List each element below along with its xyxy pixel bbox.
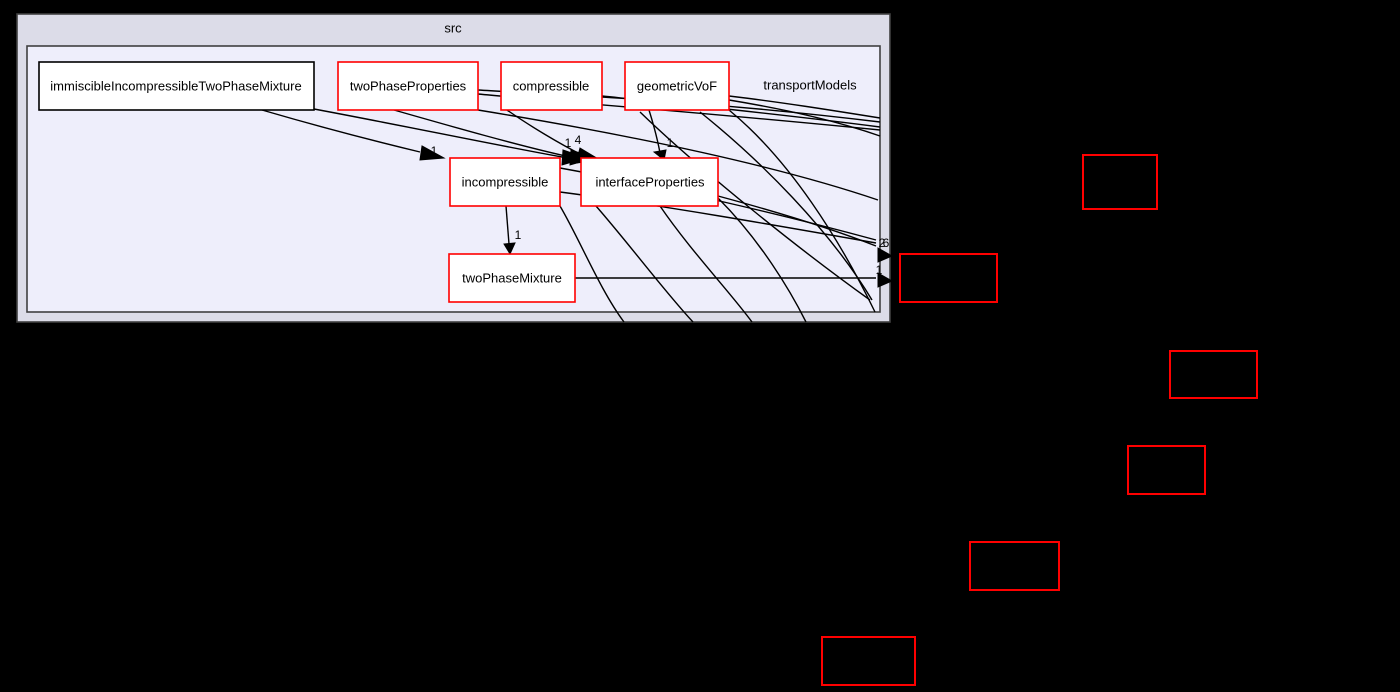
- cluster-transportmodels-label: transportModels: [763, 77, 857, 92]
- node-twophasemixture[interactable]: twoPhaseMixture: [448, 253, 576, 303]
- node-label-geometricvof: geometricVoF: [637, 78, 717, 93]
- node-interfaceproperties[interactable]: interfaceProperties: [580, 157, 719, 207]
- ghost-node-1[interactable]: [1082, 154, 1158, 210]
- edge-label-cluster-out-c: 1: [876, 263, 883, 277]
- edge-label-twophaseprops-to-interface: 1: [565, 136, 572, 150]
- edge-label-imm-to-incompressible: 1: [431, 144, 438, 158]
- node-immiscibleincompressibletwophasemixture[interactable]: immiscibleIncompressibleTwoPhaseMixture: [38, 61, 315, 111]
- node-label-immiscible: immiscibleIncompressibleTwoPhaseMixture: [50, 78, 301, 93]
- dependency-graph-canvas: src transportModels 1 1 4 1 1 2 6 1 immi…: [0, 0, 1400, 692]
- node-label-twophasemixture: twoPhaseMixture: [462, 270, 562, 285]
- ghost-node-6[interactable]: [821, 636, 916, 686]
- ghost-node-4[interactable]: [1127, 445, 1206, 495]
- ghost-node-2[interactable]: [899, 253, 998, 303]
- edge-label-incompressible-to-twophasemixture: 1: [515, 228, 522, 242]
- cluster-src-label: src: [444, 20, 462, 35]
- node-compressible[interactable]: compressible: [500, 61, 603, 111]
- ghost-node-3[interactable]: [1169, 350, 1258, 399]
- node-twophaseproperties[interactable]: twoPhaseProperties: [337, 61, 479, 111]
- edge-label-compressible-to-interface: 4: [575, 133, 582, 147]
- node-geometricvof[interactable]: geometricVoF: [624, 61, 730, 111]
- edge-label-cluster-out-b: 6: [883, 236, 890, 250]
- node-label-twophaseproperties: twoPhaseProperties: [350, 78, 467, 93]
- node-incompressible[interactable]: incompressible: [449, 157, 561, 207]
- node-label-interfaceproperties: interfaceProperties: [595, 174, 705, 189]
- edge-label-geometricvof-to-interface: 1: [667, 136, 674, 150]
- ghost-node-5[interactable]: [969, 541, 1060, 591]
- node-label-compressible: compressible: [513, 78, 590, 93]
- graph-svg: src transportModels 1 1 4 1 1 2 6 1 immi…: [16, 13, 1258, 686]
- node-label-incompressible: incompressible: [462, 174, 549, 189]
